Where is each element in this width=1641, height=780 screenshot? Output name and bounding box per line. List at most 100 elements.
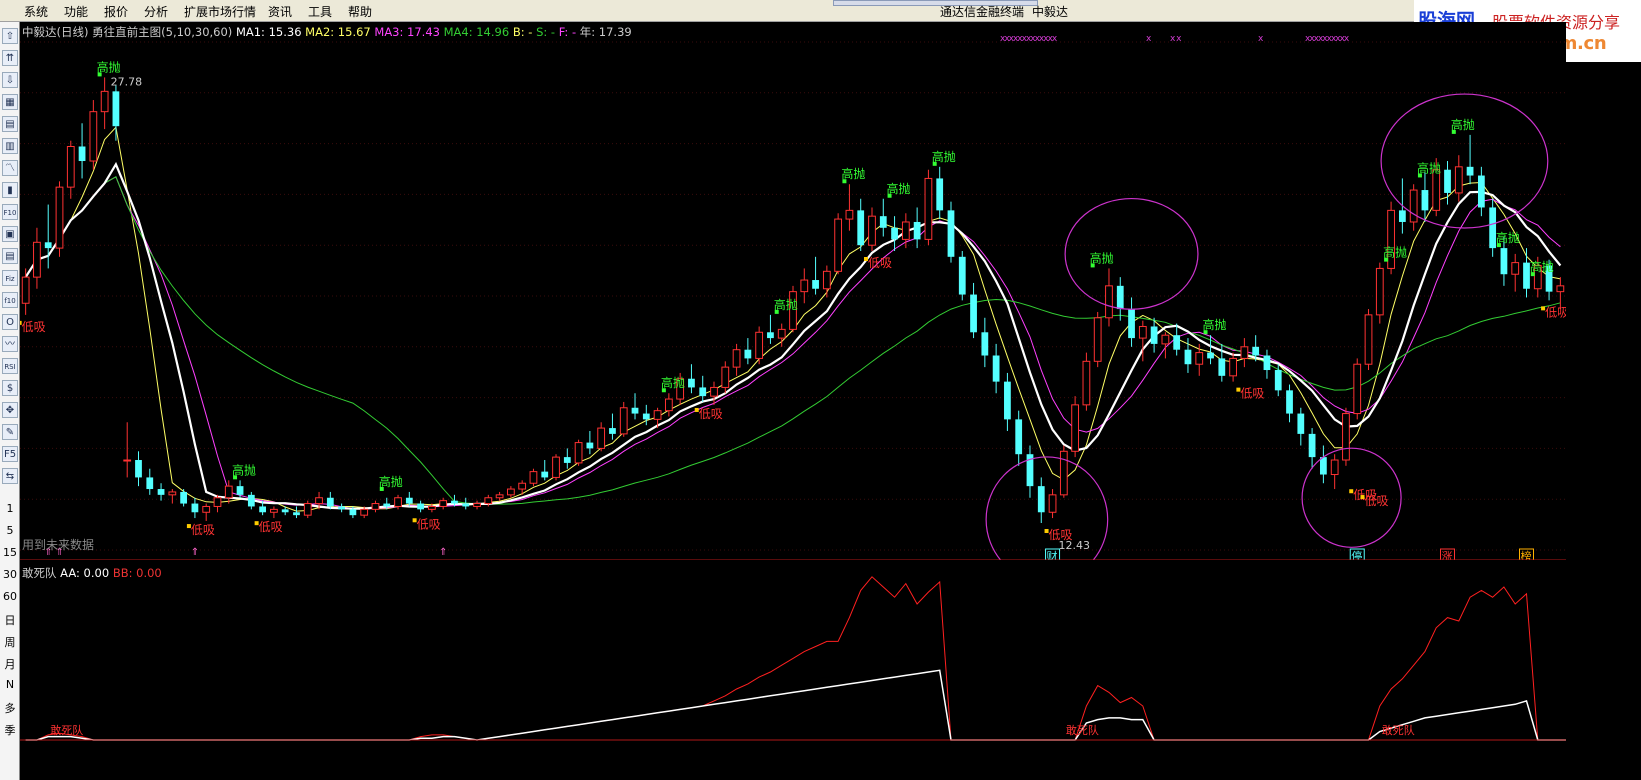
menu-function[interactable]: 功能 xyxy=(64,3,88,20)
period-3[interactable]: 30 xyxy=(0,568,20,581)
menu-ext-market[interactable]: 扩展市场行情 xyxy=(184,3,256,20)
bottom-tag-label: 榜 xyxy=(1521,549,1532,560)
bottom-tag-label: 财 xyxy=(1047,549,1058,560)
menu-info[interactable]: 资讯 xyxy=(268,3,292,20)
f10-icon[interactable]: ▤ xyxy=(2,248,18,264)
f10-icon[interactable]: F10 xyxy=(2,204,18,220)
pencil-icon[interactable]: ✎ xyxy=(2,424,18,440)
buy-signal-label: 低吸 xyxy=(868,256,892,270)
candle xyxy=(1071,396,1080,458)
grid-icon[interactable]: ▤ xyxy=(2,116,18,132)
period-9[interactable]: 多 xyxy=(0,700,20,716)
menu-tools[interactable]: 工具 xyxy=(308,3,332,20)
period-7[interactable]: 月 xyxy=(0,656,20,672)
price-high-label: 27.78 xyxy=(111,75,143,88)
period-8[interactable]: N xyxy=(0,678,20,691)
f5-icon[interactable]: F5 xyxy=(2,446,18,462)
menu-quote[interactable]: 报价 xyxy=(104,3,128,20)
main-kline-chart[interactable]: 高抛高抛高抛高抛高抛高抛高抛高抛高抛高抛高抛高抛高抛高抛高抛低吸低吸 低吸 低吸低吸… xyxy=(20,22,1566,560)
sell-signal-label: 高抛 xyxy=(1496,230,1520,245)
sell-signal-label: 高抛 xyxy=(232,462,256,477)
buy-signal-label: 低吸 xyxy=(1240,387,1264,401)
wave-icon[interactable]: 〰 xyxy=(2,336,18,352)
sell-signal-dot xyxy=(1530,272,1535,277)
candle xyxy=(958,251,966,301)
candle xyxy=(1387,201,1395,275)
stock-period-label: 中毅达(日线) xyxy=(22,25,89,39)
table-icon[interactable]: ▥ xyxy=(2,138,18,154)
period-1[interactable]: 5 xyxy=(0,524,20,537)
f-value: F: - xyxy=(558,25,577,39)
period-2[interactable]: 15 xyxy=(0,546,20,559)
sell-signal-dot xyxy=(1451,129,1456,134)
double-up-icon[interactable]: ⇈ xyxy=(2,50,18,66)
sell-signal-dot xyxy=(1090,263,1095,268)
candle xyxy=(552,454,560,481)
sell-signal-dot xyxy=(842,179,847,184)
candle xyxy=(55,181,64,257)
o-icon[interactable]: O xyxy=(2,314,18,330)
sell-signal-label: 高抛 xyxy=(841,166,865,181)
period-6[interactable]: 周 xyxy=(0,634,20,650)
sub-indicator-name: 敢死队 xyxy=(22,566,57,580)
menu-system[interactable]: 系统 xyxy=(24,3,48,20)
candle xyxy=(924,169,933,246)
period-10[interactable]: 季 xyxy=(0,722,20,738)
menu-bar: 系统 功能 报价 分析 扩展市场行情 资讯 工具 帮助 通达信金融终端 中毅达 xyxy=(0,0,1641,22)
down-arrow-icon[interactable]: ⇩ xyxy=(2,72,18,88)
sell-signal-dot xyxy=(1496,243,1501,248)
sell-signal-dot xyxy=(379,486,384,491)
period-4[interactable]: 60 xyxy=(0,590,20,603)
sell-signal-dot xyxy=(1203,330,1208,335)
period-5[interactable]: 日 xyxy=(0,612,20,628)
indicator-label: 勇往直前主图(5,10,30,60) xyxy=(92,25,233,39)
b-value: B: - xyxy=(512,25,533,39)
ma3-value: MA3: 17.43 xyxy=(374,25,440,39)
bar-chart-icon[interactable]: ▮ xyxy=(2,182,18,198)
sell-signal-dot xyxy=(97,72,102,77)
sell-signal-label: 高抛 xyxy=(1417,160,1441,175)
future-data-note: 用到未来数据 xyxy=(22,538,95,552)
candle xyxy=(1093,311,1102,368)
buy-signal-label: 低吸 xyxy=(1545,305,1566,319)
buy-signal-label: 低吸 xyxy=(22,320,46,334)
sell-signal-label: 高抛 xyxy=(887,181,911,196)
top-x-mark: x x xyxy=(1170,34,1181,44)
ma1-value: MA1: 15.36 xyxy=(235,25,302,39)
up-arrow-icon[interactable]: ⇧ xyxy=(2,28,18,44)
buy-signal-label: 低吸 xyxy=(699,407,723,421)
sell-signal-label: 高抛 xyxy=(774,297,798,312)
sell-signal-label: 高抛 xyxy=(1090,250,1114,265)
segment-label: 敢死队 xyxy=(50,723,83,737)
fiz-icon[interactable]: Fiz xyxy=(2,270,18,286)
sub-indicator-chart[interactable]: 敢死队 敢死队 敢死队 xyxy=(20,560,1566,746)
sub-title-row: 敢死队 AA: 0.00 BB: 0.00 xyxy=(22,565,162,581)
line-chart-icon[interactable]: 〽 xyxy=(2,160,18,176)
sell-signal-label: 高抛 xyxy=(932,149,956,164)
candle xyxy=(303,500,312,519)
buy-signal-label: 低吸 xyxy=(259,520,283,534)
period-0[interactable]: 1 xyxy=(0,502,20,515)
doc-icon[interactable]: ▣ xyxy=(2,226,18,242)
top-x-mark: xxxxxxxxxx xyxy=(1305,34,1349,44)
chart-icon[interactable]: ▦ xyxy=(2,94,18,110)
move-icon[interactable]: ✥ xyxy=(2,402,18,418)
sell-signal-dot xyxy=(887,193,892,198)
switch-icon[interactable]: ⇆ xyxy=(2,468,18,484)
sell-signal-dot xyxy=(1417,173,1422,178)
sell-signal-label: 高抛 xyxy=(1530,259,1554,274)
menu-analysis[interactable]: 分析 xyxy=(144,3,168,20)
ma4-value: MA4: 14.96 xyxy=(443,25,510,39)
dollar-icon[interactable]: $ xyxy=(2,380,18,396)
stock-title: 中毅达 xyxy=(1032,5,1069,19)
sell-signal-dot xyxy=(661,388,666,393)
segment-label: 敢死队 xyxy=(1066,723,1099,737)
rsi-icon[interactable]: RSI xyxy=(2,358,18,374)
f10-icon[interactable]: f10 xyxy=(2,292,18,308)
sell-signal-label: 高抛 xyxy=(1383,245,1407,260)
menu-help[interactable]: 帮助 xyxy=(348,3,372,20)
sell-signal-label: 高抛 xyxy=(661,375,685,390)
sell-signal-dot xyxy=(1384,257,1389,262)
top-x-mark: x xyxy=(1146,34,1151,44)
candle xyxy=(1364,309,1373,371)
